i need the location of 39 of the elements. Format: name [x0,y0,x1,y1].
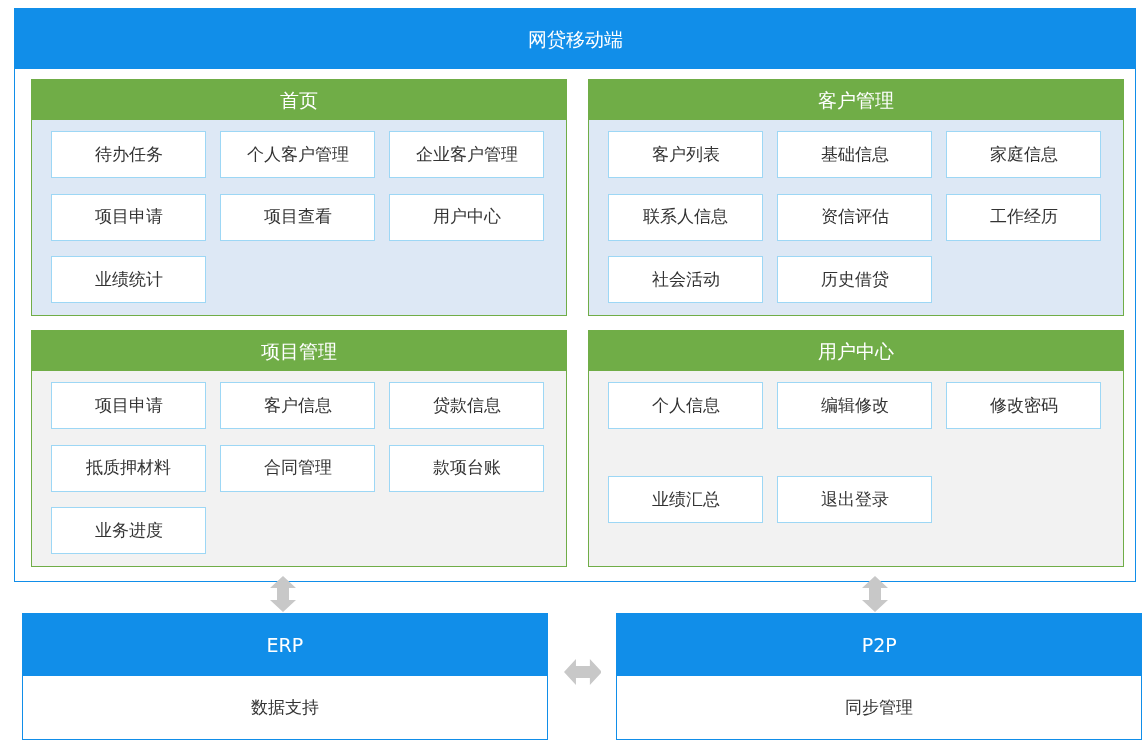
system-title: P2P [617,614,1141,676]
module-title: 用户中心 [589,331,1123,371]
function-item: 款项台账 [389,444,544,492]
function-item: 合同管理 [220,444,375,492]
function-item: 家庭信息 [946,131,1101,178]
function-item: 项目申请 [51,193,206,241]
module-title: 客户管理 [589,80,1123,120]
function-item: 个人客户管理 [220,131,375,178]
module-title: 首页 [32,80,566,120]
function-item: 退出登录 [777,476,932,523]
app-title-bar: 网贷移动端 [15,9,1135,69]
function-item: 个人信息 [608,382,763,429]
function-item: 编辑修改 [777,382,932,429]
function-item: 抵质押材料 [51,444,206,492]
function-item: 项目查看 [220,193,375,241]
function-item: 客户信息 [220,382,375,429]
function-item: 修改密码 [946,382,1101,429]
function-item: 资信评估 [777,193,932,241]
double-arrow-icon [862,576,888,612]
function-item: 工作经历 [946,193,1101,241]
function-item: 业绩统计 [51,256,206,304]
function-item: 项目申请 [51,382,206,429]
function-item: 社会活动 [608,256,763,304]
double-arrow-icon [270,576,296,612]
function-item: 企业客户管理 [389,131,544,178]
module-title: 项目管理 [32,331,566,371]
function-item: 业务进度 [51,507,206,555]
function-item: 待办任务 [51,131,206,178]
function-item: 贷款信息 [389,382,544,429]
function-item: 业绩汇总 [608,476,763,523]
function-item: 用户中心 [389,193,544,241]
function-item: 客户列表 [608,131,763,178]
double-arrow-icon [563,658,602,685]
system-description: 数据支持 [249,695,320,719]
function-item: 基础信息 [777,131,932,178]
function-item: 联系人信息 [608,193,763,241]
system-description: 同步管理 [844,695,915,719]
system-title: ERP [23,614,547,676]
function-item: 历史借贷 [777,256,932,304]
